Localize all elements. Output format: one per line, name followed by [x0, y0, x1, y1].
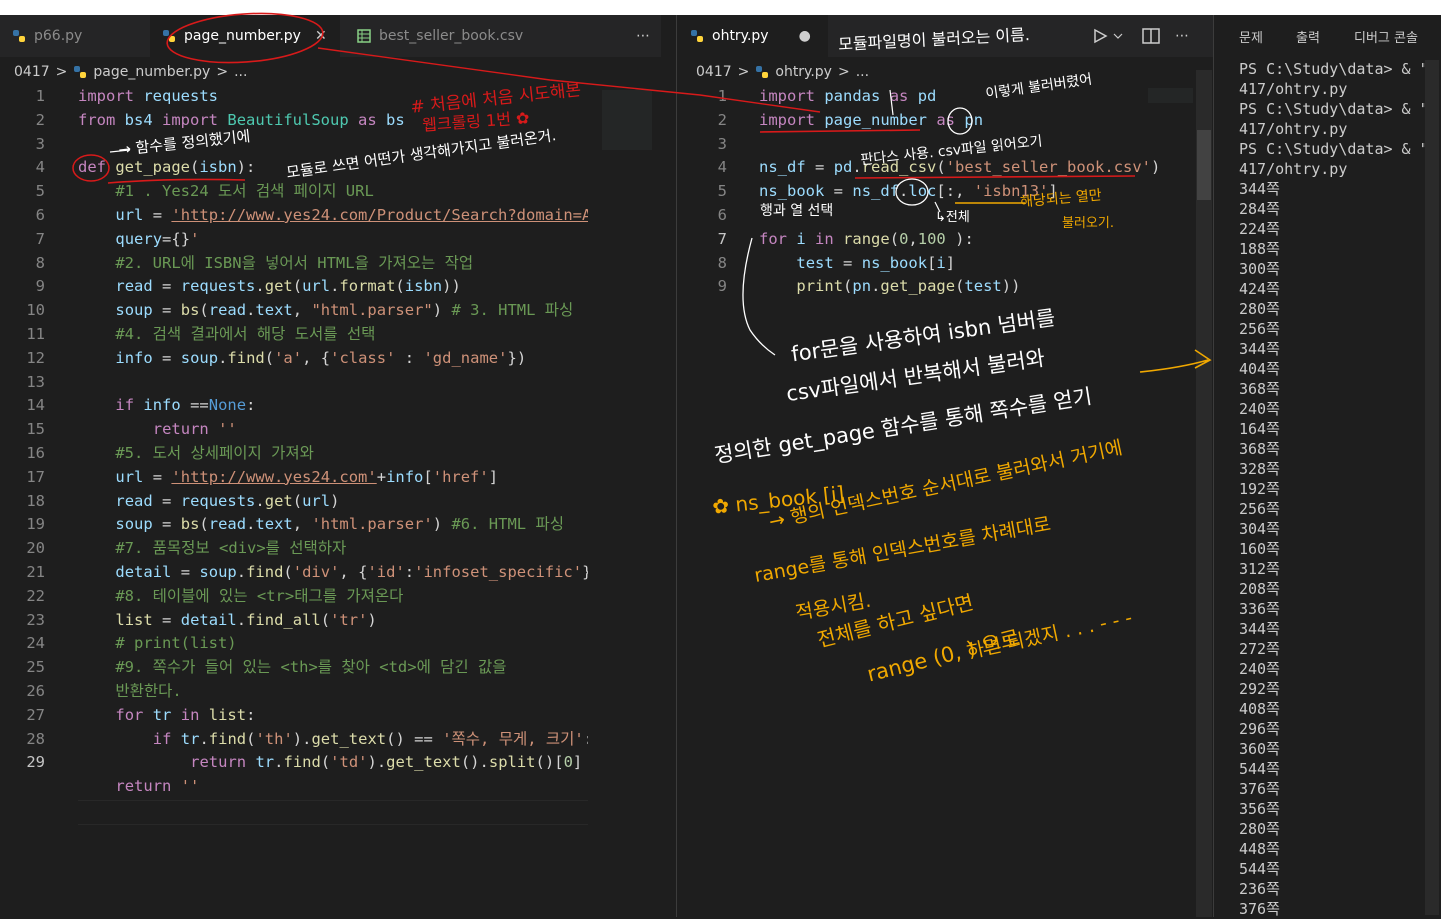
- yellow-arrow-terminal: [1139, 349, 1212, 373]
- white-arrow-as: [889, 89, 894, 116]
- annotation-white-7: ↳전체: [935, 210, 970, 225]
- white-circle-loc: [895, 178, 929, 206]
- red-underline-readcsv: [854, 175, 1136, 179]
- red-circle-tab: [166, 12, 324, 64]
- annotation-white-6: 행과 열 선택: [760, 203, 834, 219]
- annotation-yellow-2: 불러오기.: [1062, 216, 1114, 231]
- white-brace-for: [742, 237, 776, 356]
- red-underline-func: [107, 178, 246, 184]
- red-circle-def: [72, 154, 110, 182]
- white-circle-pn: [947, 107, 973, 135]
- red-underline-import: [759, 129, 921, 133]
